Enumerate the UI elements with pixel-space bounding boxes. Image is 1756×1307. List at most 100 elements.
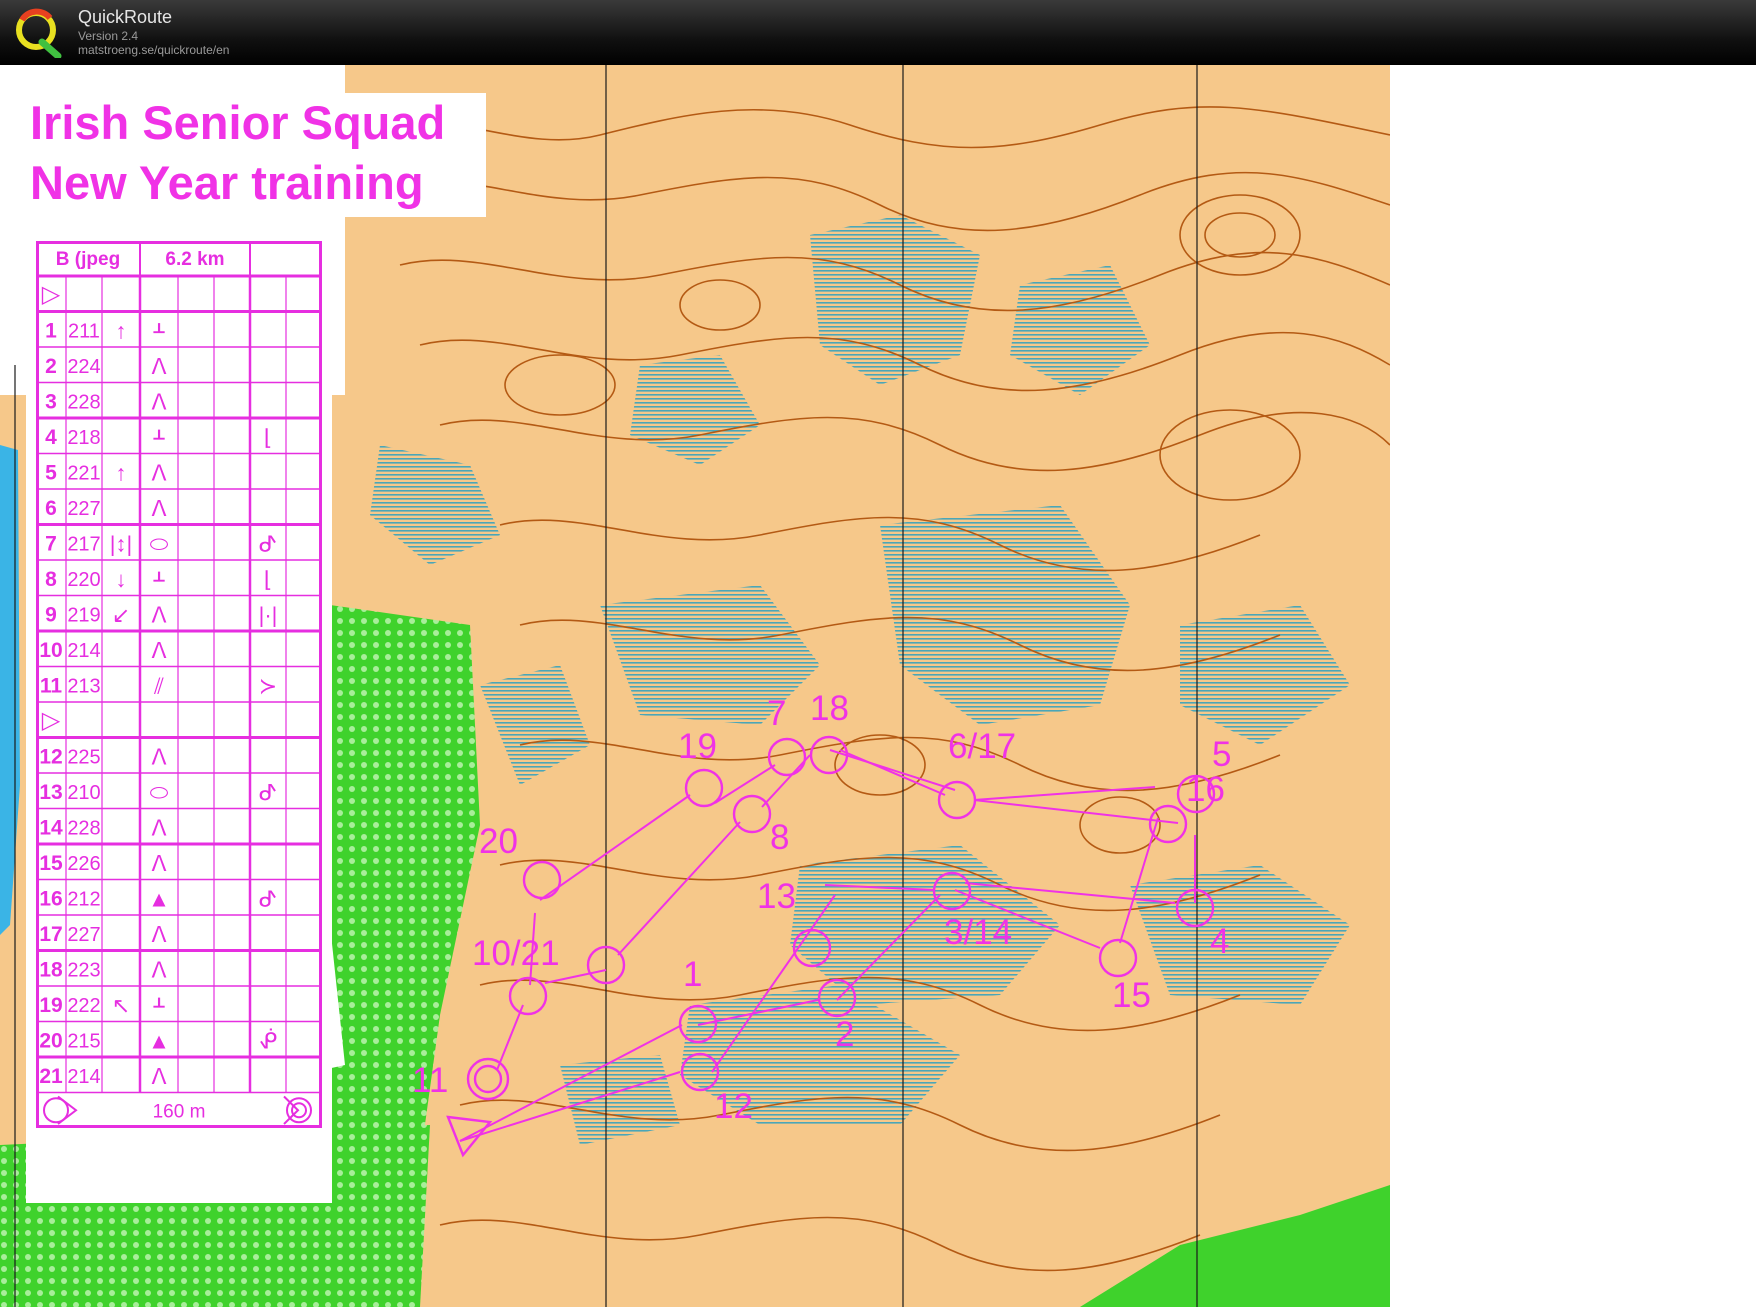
label-6-17: 6/17 [948,727,1016,766]
control-code: 228 [67,392,100,414]
control-code: 219 [67,605,100,627]
feature-symbol-icon: ᐱ [151,354,166,379]
location-symbol-icon: ᕷ [259,887,277,912]
control-number: 7 [45,533,57,556]
location-symbol-icon: ᕷ [259,780,277,805]
feature-symbol-icon: ᐱ [151,816,166,841]
app-version: Version 2.4 [78,29,139,43]
control-code: 220 [67,569,100,591]
control-number: 14 [39,817,63,840]
label-5: 5 [1212,735,1231,774]
control-code: 218 [67,427,100,449]
card-course-length: 6.2 km [165,249,224,270]
quickroute-logo-icon [16,8,62,58]
label-20: 20 [479,822,518,861]
map-title-line-2: New Year training [30,156,424,209]
label-12: 12 [714,1087,753,1126]
direction-symbol-icon: ↑ [116,319,127,344]
control-code: 210 [67,782,100,804]
location-symbol-icon: ⌊ [264,425,273,450]
control-code: 213 [67,676,100,698]
control-number: 13 [39,781,62,804]
control-code: 214 [67,1066,100,1088]
app-url: matstroeng.se/quickroute/en [78,43,230,57]
control-number: 4 [45,426,57,449]
control-code: 226 [67,853,100,875]
feature-symbol-icon: ᚆ [153,567,166,592]
feature-symbol-icon: ᐱ [151,496,166,521]
card-course-name: B (jpeg [56,249,120,270]
map-exchange-symbol-icon: ▷ [42,707,61,734]
control-number: 16 [39,888,62,911]
control-code: 224 [67,356,100,378]
control-code: 215 [67,1031,100,1053]
location-symbol-icon: ᕷ [259,532,277,557]
label-16: 16 [1186,770,1225,809]
control-code: 221 [67,463,100,485]
label-11: 11 [412,1061,448,1100]
control-code: 212 [67,889,100,911]
location-symbol-icon: ⌊ [264,567,273,592]
control-number: 8 [45,568,57,591]
feature-symbol-icon: ᐱ [151,1064,166,1089]
control-number: 10 [39,639,62,662]
label-15: 15 [1112,976,1151,1015]
label-8: 8 [770,818,789,857]
feature-symbol-icon: ᚆ [153,993,166,1018]
feature-symbol-icon: ᐱ [151,603,166,628]
map-canvas[interactable]: 7 18 19 6/17 5 16 8 20 13 3/14 4 10/21 1… [0,65,1756,1307]
finish-distance: 160 m [153,1102,206,1123]
control-number: 6 [45,497,57,520]
direction-symbol-icon: ↓ [116,567,127,592]
feature-symbol-icon: ᐱ [151,958,166,983]
control-number: 12 [39,746,62,769]
feature-symbol-icon: ᐱ [151,461,166,486]
feature-symbol-icon: ᐱ [151,745,166,770]
feature-symbol-icon: ▲ [148,887,170,912]
feature-symbol-icon: ᐱ [151,638,166,663]
feature-symbol-icon: ᐱ [151,851,166,876]
control-description-card: B (jpeg 6.2 km▷1 211 ↑ ᚆ2 224 ᐱ3 228 ᐱ4 218 ᚆ ⌊5 221… [36,241,322,1128]
control-number: 20 [39,1030,62,1053]
control-number: 11 [40,675,63,698]
feature-symbol-icon: ⬭ [150,780,169,805]
feature-symbol-icon: ▲ [148,1029,170,1054]
control-code: 223 [67,960,100,982]
control-number: 18 [39,959,63,982]
label-7: 7 [767,694,786,733]
location-symbol-icon: ≻ [259,674,277,699]
control-code: 222 [67,995,100,1017]
control-code: 227 [67,498,100,520]
label-3-14: 3/14 [944,913,1012,952]
label-13: 13 [757,877,796,916]
feature-symbol-icon: ᚆ [153,319,166,344]
direction-symbol-icon: |↕| [110,532,132,557]
control-number: 21 [39,1065,63,1088]
label-1: 1 [683,955,702,994]
control-number: 19 [39,994,62,1017]
start-symbol-icon: ▷ [42,281,61,308]
feature-symbol-icon: ᐱ [151,922,166,947]
feature-symbol-icon: ⬭ [150,532,169,557]
direction-symbol-icon: ↖ [112,993,130,1018]
feature-symbol-icon: ᐱ [151,390,166,415]
title-bar: QuickRoute Version 2.4 matstroeng.se/qui… [0,0,1756,65]
control-code: 214 [67,640,100,662]
control-number: 3 [45,391,57,414]
label-18: 18 [810,689,849,728]
control-code: 211 [68,321,100,343]
location-symbol-icon: ᕶ [259,1029,277,1054]
feature-symbol-icon: ⫽ [153,674,164,699]
control-code: 228 [67,818,100,840]
location-symbol-icon: |·| [259,603,278,628]
control-number: 9 [45,604,57,627]
control-number: 5 [45,462,57,485]
control-code: 225 [67,747,100,769]
direction-symbol-icon: ↙ [112,603,130,628]
feature-symbol-icon: ᚆ [153,425,166,450]
control-number: 2 [45,355,57,378]
direction-symbol-icon: ↑ [116,461,127,486]
control-number: 1 [45,320,57,343]
control-code: 217 [67,534,100,556]
control-number: 17 [39,923,62,946]
